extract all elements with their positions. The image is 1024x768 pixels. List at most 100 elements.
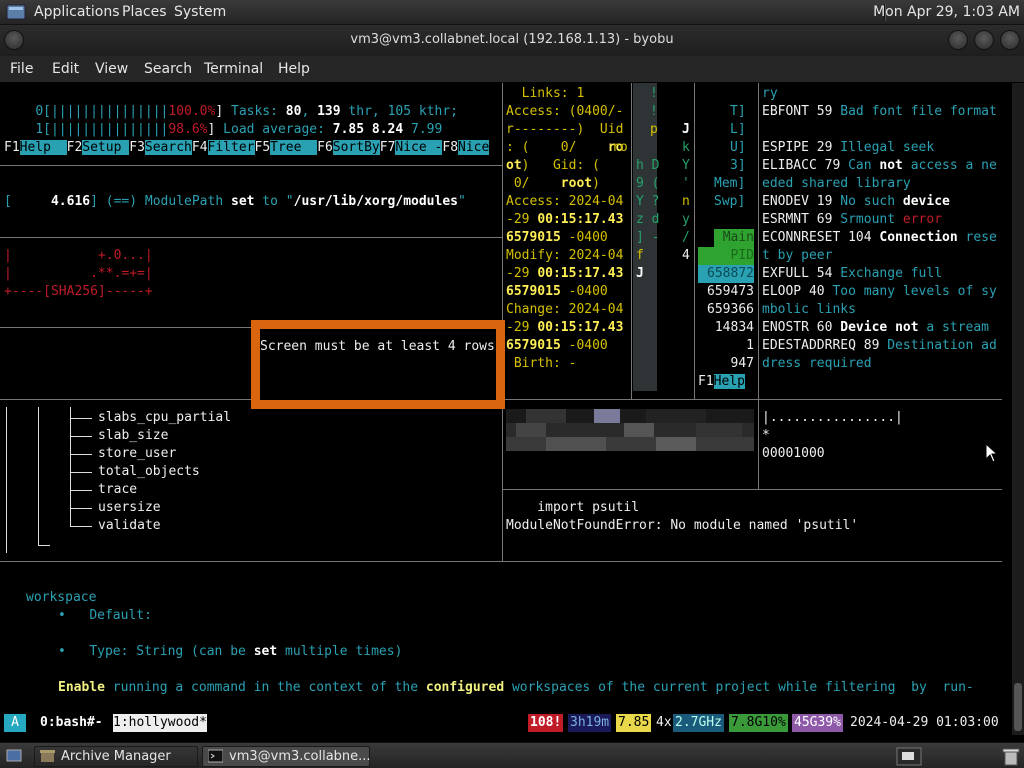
errno-line: mbolic links	[762, 301, 856, 319]
htop-tree-key[interactable]: Tree	[270, 140, 318, 155]
meter-cap: L]	[730, 122, 746, 137]
terminal-area[interactable]: 0[|||||||||||||||100.0%] Tasks: 80, 139 …	[0, 83, 1012, 735]
menu-search[interactable]: Search	[144, 61, 192, 77]
errno-text: device	[902, 194, 950, 209]
uptime-badge: 3h19m	[568, 714, 612, 732]
applications-menu[interactable]: Applications	[34, 4, 120, 20]
menu-help[interactable]: Help	[278, 61, 310, 77]
meter-cap: Swp]	[714, 194, 746, 209]
stat-line: -29 00:15:17.43	[506, 212, 624, 227]
tree-item: usersize	[98, 500, 161, 515]
errno-text: not	[879, 158, 903, 173]
taskbar-archive-label: Archive Manager	[61, 749, 171, 764]
errno-text: Can	[848, 158, 880, 173]
menu-terminal[interactable]: Terminal	[204, 61, 263, 77]
maximize-button[interactable]	[974, 30, 994, 50]
sha-art-line: | +.0...|	[4, 248, 153, 263]
tree-guide	[38, 407, 39, 545]
terminal-scrollbar[interactable]	[1012, 83, 1024, 735]
pane-divider	[758, 83, 759, 489]
errno-line: ESPIPE 29 Illegal seek	[762, 139, 934, 157]
window-tab-hollywood[interactable]: 1:hollywood*	[113, 714, 207, 732]
pid-row[interactable]: 14834	[698, 319, 754, 337]
show-desktop-icon[interactable]	[6, 748, 22, 764]
pane-divider	[694, 83, 695, 399]
menu-file[interactable]: File	[10, 61, 33, 77]
errno-text: Too many levels of sy	[832, 284, 997, 299]
menu-view[interactable]: View	[95, 61, 128, 77]
errno-text: not	[895, 320, 919, 335]
panel-clock[interactable]: Mon Apr 29, 1:03 AM	[873, 4, 1020, 20]
stat-line: 6579015 -0400	[506, 284, 608, 299]
pid-row[interactable]: 947	[698, 355, 754, 373]
stat-line: Access: (0400/-	[506, 104, 624, 119]
htop-help-key[interactable]: Help	[19, 140, 67, 155]
help-option-name: workspace	[26, 590, 97, 605]
pid-help-key[interactable]: F1Help	[698, 373, 745, 391]
pid-row[interactable]: 659473	[698, 283, 754, 301]
system-panel: Applications Places System Mon Apr 29, 1…	[0, 0, 1024, 25]
errno-line: ENOSTR 60 Device not a stream	[762, 319, 989, 337]
workspace-switcher-icon[interactable]	[896, 747, 922, 766]
meter-cap: Mem]	[714, 176, 746, 191]
errno-text: ELIBACC 79	[762, 158, 849, 173]
errno-text: EXFULL 54	[762, 266, 841, 281]
errno-line: EXFULL 54 Exchange full	[762, 265, 942, 283]
menubar: File Edit View Search Terminal Help	[0, 56, 1024, 83]
taskbar-terminal[interactable]: vm3@vm3.collabne...	[202, 746, 371, 767]
minimize-button[interactable]	[948, 30, 968, 50]
window-titlebar[interactable]: vm3@vm3.collabnet.local (192.168.1.13) -…	[0, 25, 1024, 56]
matrix-char: J	[682, 122, 690, 137]
applications-icon[interactable]	[6, 3, 26, 21]
htop-cpu1: 1[|||||||||||||||98.6%] Load average: 7.…	[35, 122, 443, 137]
errno-text: ENODEV 19	[762, 194, 841, 209]
system-menu[interactable]: System	[174, 4, 226, 20]
menu-edit[interactable]: Edit	[52, 61, 79, 77]
htop-nice-minus-key[interactable]: Nice -	[395, 140, 443, 155]
memory-badge: 7.8G10%	[729, 714, 788, 732]
errno-line: EBFONT 59 Bad font file format	[762, 103, 997, 121]
errno-text: a stream	[918, 320, 990, 335]
tree-item: trace	[98, 482, 138, 497]
htop-setup-key[interactable]: Setup	[82, 140, 130, 155]
load-badge: 7.85	[616, 714, 652, 732]
meter-cap: 3]	[730, 158, 746, 173]
tree-branch	[70, 526, 92, 527]
pid-row[interactable]: 1	[698, 337, 754, 355]
taskbar-terminal-label: vm3@vm3.collabne...	[229, 749, 371, 764]
htop-sortby-key[interactable]: SortBy	[332, 140, 380, 155]
help-default-line: • Default:	[58, 608, 152, 623]
mouse-pointer-icon	[985, 443, 999, 463]
htop-filter-key[interactable]: Filter	[207, 140, 255, 155]
places-menu[interactable]: Places	[122, 4, 167, 20]
taskbar-archive-manager[interactable]: Archive Manager	[34, 746, 198, 767]
errno-text: rese	[957, 230, 997, 245]
pid-column-header[interactable]: PID	[698, 247, 754, 265]
stat-line: Modify: 2024-04	[506, 248, 624, 263]
close-button[interactable]	[1000, 30, 1020, 50]
tree-item: total_objects	[98, 464, 200, 479]
tree-item: store_user	[98, 446, 177, 461]
xorg-log-line: [ 4.616] (==) ModulePath set to "/usr/li…	[4, 194, 466, 209]
htop-search-key[interactable]: Search	[144, 140, 192, 155]
errno-text: eded shared library	[762, 176, 911, 191]
matrix-char: !	[650, 104, 658, 119]
tree-guide	[38, 545, 50, 546]
errno-line: EDESTADDRREQ 89 Destination ad	[762, 337, 997, 355]
trash-icon[interactable]	[1002, 747, 1020, 766]
matrix-char: 4	[682, 248, 690, 263]
meter-cap: T]	[730, 104, 746, 119]
pid-row[interactable]: 659366	[698, 301, 754, 319]
errno-text: Connection	[879, 230, 958, 245]
errno-text: Illegal seek	[840, 140, 935, 155]
window-tab-bash[interactable]: 0:bash#-	[40, 714, 103, 732]
matrix-gap	[658, 373, 666, 391]
tree-branch	[70, 436, 92, 437]
stat-line: Access: 2024-04	[506, 194, 624, 209]
archive-icon	[40, 750, 55, 762]
pid-main-header: Main	[714, 229, 754, 247]
stat-line: 0/ root)	[506, 176, 600, 191]
scrollbar-thumb[interactable]	[1014, 683, 1022, 731]
pid-row-selected[interactable]: 658872	[698, 265, 754, 283]
htop-nice-key[interactable]: Nice	[458, 140, 490, 155]
